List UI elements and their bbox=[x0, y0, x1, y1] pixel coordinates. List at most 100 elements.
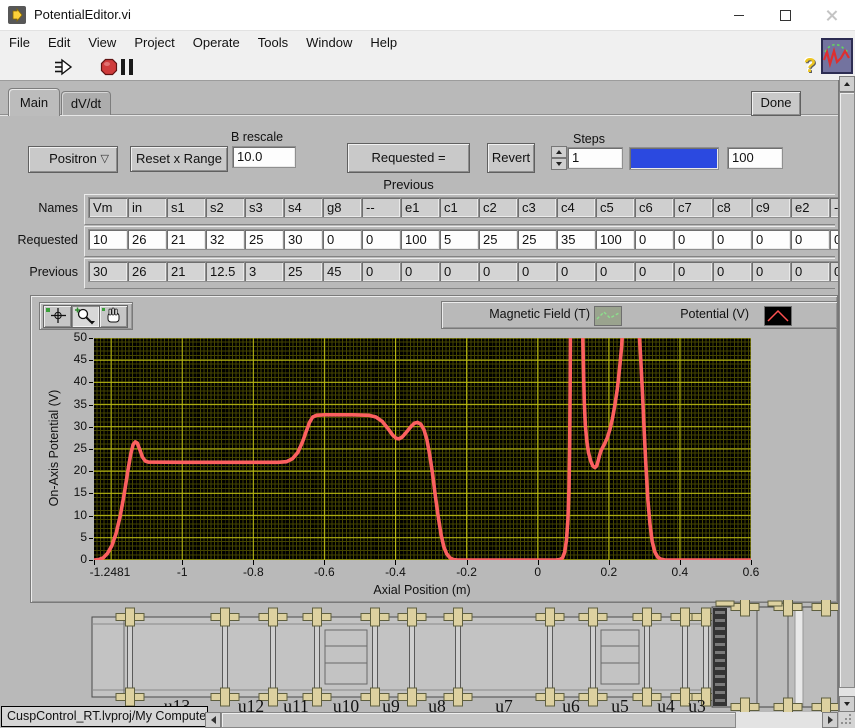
prev-field-14: 0 bbox=[634, 261, 674, 282]
y-tick-mark bbox=[89, 560, 93, 561]
particle-type-dropdown[interactable]: Positron ▽ bbox=[28, 146, 118, 173]
maximize-button[interactable] bbox=[762, 0, 808, 30]
req-field-12[interactable]: 35 bbox=[556, 229, 596, 250]
req-field-13[interactable]: 100 bbox=[595, 229, 635, 250]
names-field-3[interactable]: s2 bbox=[205, 197, 245, 218]
plot-area[interactable] bbox=[94, 338, 751, 560]
names-field-0[interactable]: Vm bbox=[88, 197, 128, 218]
scroll-down-icon[interactable] bbox=[839, 696, 855, 712]
prev-field-10: 0 bbox=[478, 261, 518, 282]
stop-button[interactable] bbox=[100, 58, 118, 76]
legend-label-potential: Potential (V) bbox=[622, 307, 749, 321]
tab-dvdt[interactable]: dV/dt bbox=[61, 91, 111, 115]
names-field-4[interactable]: s3 bbox=[244, 197, 284, 218]
apparatus-diagram: u13u12u11u10u9u8u7u6u5u4u3 bbox=[0, 600, 855, 712]
prev-field-18: 0 bbox=[790, 261, 830, 282]
req-field-7[interactable]: 0 bbox=[361, 229, 401, 250]
minimize-button[interactable] bbox=[716, 0, 762, 30]
resize-grip[interactable] bbox=[839, 712, 855, 728]
names-field-5[interactable]: s4 bbox=[283, 197, 323, 218]
zoom-tool-button[interactable] bbox=[71, 305, 100, 328]
steps-field[interactable]: 1 bbox=[567, 147, 623, 169]
menu-item-edit[interactable]: Edit bbox=[39, 35, 79, 50]
names-field-10[interactable]: c2 bbox=[478, 197, 518, 218]
b-rescale-field[interactable]: 10.0 bbox=[232, 146, 296, 168]
req-field-4[interactable]: 25 bbox=[244, 229, 284, 250]
req-field-0[interactable]: 10 bbox=[88, 229, 128, 250]
tab-divider-highlight bbox=[0, 115, 838, 116]
req-field-2[interactable]: 21 bbox=[166, 229, 206, 250]
reset-x-range-button[interactable]: Reset x Range bbox=[130, 146, 228, 172]
x-tick-mark bbox=[680, 560, 681, 565]
max-steps-field[interactable]: 100 bbox=[727, 147, 783, 169]
req-field-17[interactable]: 0 bbox=[751, 229, 791, 250]
menu-item-operate[interactable]: Operate bbox=[184, 35, 249, 50]
prev-field-17: 0 bbox=[751, 261, 791, 282]
req-field-8[interactable]: 100 bbox=[400, 229, 440, 250]
y-tick-5: 5 bbox=[57, 530, 87, 544]
req-field-16[interactable]: 0 bbox=[712, 229, 752, 250]
names-field-2[interactable]: s1 bbox=[166, 197, 206, 218]
pan-tool-button[interactable] bbox=[99, 305, 128, 328]
req-field-15[interactable]: 0 bbox=[673, 229, 713, 250]
cursor-tool-button[interactable] bbox=[43, 305, 72, 328]
spinner-up-icon[interactable] bbox=[551, 146, 567, 158]
vertical-scrollbar[interactable] bbox=[839, 76, 855, 712]
menu-item-tools[interactable]: Tools bbox=[249, 35, 297, 50]
menu-item-view[interactable]: View bbox=[79, 35, 125, 50]
req-field-10[interactable]: 25 bbox=[478, 229, 518, 250]
revert-button[interactable]: Revert bbox=[487, 143, 535, 173]
names-field-18[interactable]: e2 bbox=[790, 197, 830, 218]
vi-panel-icon[interactable] bbox=[821, 38, 853, 74]
vertical-scroll-thumb[interactable] bbox=[839, 92, 855, 688]
horizontal-scrollbar[interactable] bbox=[205, 712, 838, 728]
names-field-17[interactable]: c9 bbox=[751, 197, 791, 218]
scroll-up-icon[interactable] bbox=[839, 76, 855, 92]
graph-legend: Magnetic Field (T) Potential (V) bbox=[441, 301, 838, 329]
horizontal-scroll-thumb[interactable] bbox=[221, 712, 736, 728]
menu-item-project[interactable]: Project bbox=[125, 35, 183, 50]
names-field-7[interactable]: -- bbox=[361, 197, 401, 218]
y-tick-mark bbox=[89, 360, 93, 361]
legend-sample-magnetic-field[interactable] bbox=[594, 306, 622, 326]
names-field-6[interactable]: g8 bbox=[322, 197, 362, 218]
names-field-14[interactable]: c6 bbox=[634, 197, 674, 218]
names-field-13[interactable]: c5 bbox=[595, 197, 635, 218]
req-field-9[interactable]: 5 bbox=[439, 229, 479, 250]
req-field-18[interactable]: 0 bbox=[790, 229, 830, 250]
steps-spinner[interactable] bbox=[551, 146, 567, 170]
legend-sample-potential[interactable] bbox=[764, 306, 792, 326]
menu-item-window[interactable]: Window bbox=[297, 35, 361, 50]
req-field-3[interactable]: 32 bbox=[205, 229, 245, 250]
menu-item-file[interactable]: File bbox=[0, 35, 39, 50]
pause-button[interactable] bbox=[121, 59, 135, 75]
spinner-down-icon[interactable] bbox=[551, 158, 567, 170]
run-button[interactable] bbox=[54, 58, 74, 76]
names-field-16[interactable]: c8 bbox=[712, 197, 752, 218]
requested-equals-previous-button[interactable]: Requested = Previous bbox=[347, 143, 470, 173]
names-field-8[interactable]: e1 bbox=[400, 197, 440, 218]
y-tick-45: 45 bbox=[57, 352, 87, 366]
menu-item-help[interactable]: Help bbox=[361, 35, 406, 50]
names-field-1[interactable]: in bbox=[127, 197, 167, 218]
prev-field-4: 3 bbox=[244, 261, 284, 282]
req-field-14[interactable]: 0 bbox=[634, 229, 674, 250]
done-button[interactable]: Done bbox=[751, 91, 801, 116]
req-field-6[interactable]: 0 bbox=[322, 229, 362, 250]
scroll-right-icon[interactable] bbox=[822, 712, 838, 728]
names-field-9[interactable]: c1 bbox=[439, 197, 479, 218]
names-field-11[interactable]: c3 bbox=[517, 197, 557, 218]
req-field-1[interactable]: 26 bbox=[127, 229, 167, 250]
close-button[interactable] bbox=[808, 0, 854, 30]
electrode-label-u7: u7 bbox=[495, 696, 513, 712]
tab-main[interactable]: Main bbox=[8, 88, 60, 116]
req-field-5[interactable]: 30 bbox=[283, 229, 323, 250]
help-button[interactable]: ? bbox=[799, 55, 821, 79]
y-tick-mark bbox=[89, 405, 93, 406]
names-field-15[interactable]: c7 bbox=[673, 197, 713, 218]
names-field-12[interactable]: c4 bbox=[556, 197, 596, 218]
progress-bar bbox=[629, 147, 719, 170]
scroll-left-icon[interactable] bbox=[205, 712, 221, 728]
req-field-11[interactable]: 25 bbox=[517, 229, 557, 250]
y-tick-mark bbox=[89, 427, 93, 428]
